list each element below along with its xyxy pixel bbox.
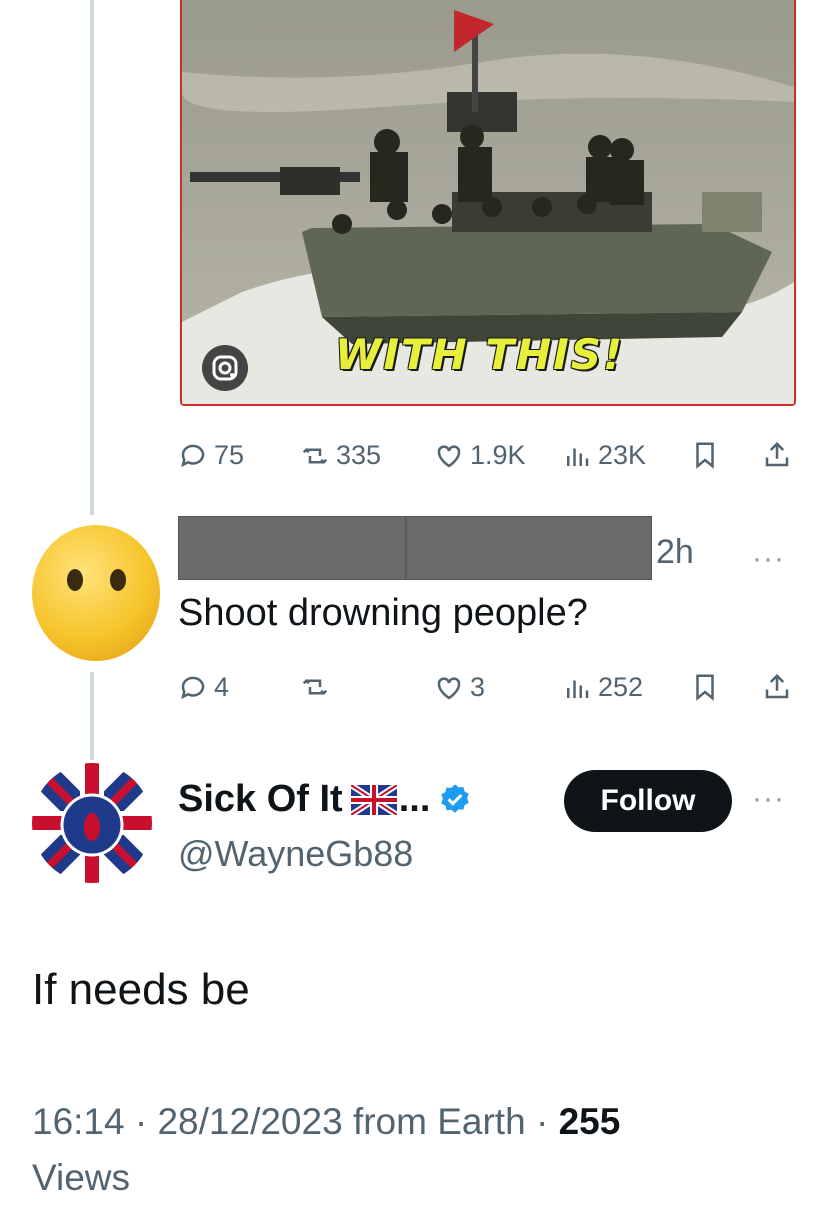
follow-button[interactable]: Follow (564, 770, 732, 832)
like-count: 1.9K (470, 440, 526, 470)
heart-icon (437, 676, 461, 699)
google-lens-icon[interactable] (202, 345, 248, 391)
media-caption: WITH THIS! (335, 330, 625, 379)
analytics-icon (567, 680, 589, 698)
left-eye (67, 569, 83, 591)
union-jack-flag-icon (350, 784, 397, 815)
post-metadata: 16:14 · 28/12/2023 from Earth · 255 View… (32, 1101, 621, 1198)
like-action[interactable]: 1.9K (434, 440, 526, 471)
reply-share-button[interactable] (762, 672, 792, 702)
reply-reply-action[interactable]: 4 (178, 672, 229, 703)
post-date[interactable]: 28/12/2023 (157, 1101, 342, 1142)
repost-icon (302, 447, 328, 464)
post-text: If needs be (32, 965, 250, 1014)
profile-avatar[interactable] (32, 763, 152, 883)
face-without-mouth-emoji-avatar[interactable] (32, 525, 160, 661)
reply-bookmark-button[interactable] (690, 672, 720, 702)
name-ellipsis: ... (398, 778, 431, 820)
reply-text: Shoot drowning people? (178, 592, 588, 634)
reply-count: 4 (214, 672, 230, 702)
analytics-icon (567, 448, 589, 466)
verified-badge-icon (441, 783, 470, 813)
reply-like-action[interactable]: 3 (434, 672, 485, 703)
post-source: from Earth (352, 1101, 526, 1142)
share-icon (765, 441, 789, 467)
like-count: 3 (470, 672, 486, 702)
thread-line-top (90, 0, 94, 515)
heart-icon (437, 444, 461, 467)
bookmark-icon (696, 674, 714, 701)
redacted-username (178, 516, 652, 580)
post-views-label: Views (32, 1157, 131, 1198)
reply-repost-action[interactable] (300, 672, 336, 702)
repost-count: 335 (336, 440, 382, 470)
post-time[interactable]: 16:14 (32, 1101, 125, 1142)
views-action[interactable]: 23K (562, 440, 646, 471)
reply-icon (181, 676, 205, 699)
user-handle[interactable]: @WayneGb88 (178, 833, 413, 875)
reply-timestamp: 2h (656, 533, 694, 571)
reply-icon (181, 444, 205, 467)
views-count: 23K (598, 440, 647, 470)
display-name-text: Sick Of It (178, 778, 343, 820)
bookmark-icon (696, 442, 714, 469)
reply-more-button[interactable]: ··· (752, 542, 785, 576)
reply-views-action[interactable]: 252 (562, 672, 643, 703)
display-name[interactable]: Sick Of It ... (178, 778, 472, 821)
post-more-button[interactable]: ··· (752, 782, 785, 816)
share-icon (765, 673, 789, 699)
repost-icon (302, 678, 328, 696)
right-eye (110, 569, 126, 591)
reply-action[interactable]: 75 (178, 440, 244, 471)
repost-action[interactable]: 335 (300, 440, 381, 471)
views-count: 252 (598, 672, 644, 702)
post-views-count: 255 (558, 1101, 621, 1142)
thread-line-bottom (90, 672, 94, 760)
reply-count: 75 (214, 440, 245, 470)
bookmark-button[interactable] (690, 440, 720, 470)
share-button[interactable] (762, 440, 792, 470)
